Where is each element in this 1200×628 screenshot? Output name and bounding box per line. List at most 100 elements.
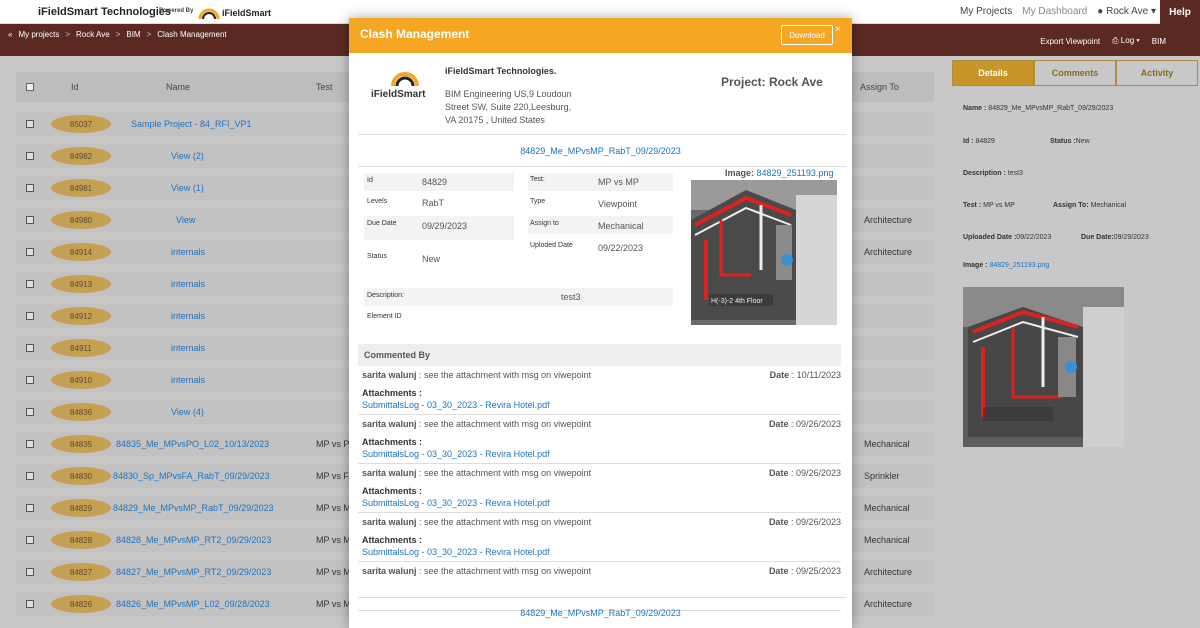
row-id-badge[interactable]: 84828 xyxy=(51,531,111,549)
row-id-badge[interactable]: 84836 xyxy=(51,403,111,421)
comment-item: sarita walunj : see the attachment with … xyxy=(358,464,841,513)
row-name-link[interactable]: 84829_Me_MPvsMP_RabT_09/29/2023 xyxy=(113,503,274,513)
field-levels-value: RabT xyxy=(422,198,445,208)
footer-clash-link[interactable]: 84829_Me_MPvsMP_RabT_09/29/2023 xyxy=(349,608,852,618)
row-name-link[interactable]: internals xyxy=(171,311,205,321)
detail-screenshot[interactable] xyxy=(963,287,1124,447)
row-checkbox[interactable] xyxy=(26,472,34,480)
company-name: iFieldSmart Technologies. xyxy=(445,66,557,76)
row-id-badge[interactable]: 85037 xyxy=(51,115,111,133)
tab-comments[interactable]: Comments xyxy=(1034,60,1116,86)
row-name-link[interactable]: 84828_Me_MPvsMP_RT2_09/29/2023 xyxy=(116,535,271,545)
close-icon[interactable]: × xyxy=(835,24,841,35)
image-link[interactable]: 84829_251193.png xyxy=(757,168,834,178)
back-icon[interactable]: « xyxy=(8,30,12,39)
row-name-link[interactable]: 84827_Me_MPvsMP_RT2_09/29/2023 xyxy=(116,567,271,577)
breadcrumb: « My projects > Rock Ave > BIM > Clash M… xyxy=(8,30,227,39)
row-name-link[interactable]: View (1) xyxy=(171,183,204,193)
crumb-project[interactable]: Rock Ave xyxy=(76,30,110,39)
log-button[interactable]: ⎙ Log ▾ xyxy=(1112,36,1140,46)
row-checkbox[interactable] xyxy=(26,344,34,352)
row-name-link[interactable]: View (2) xyxy=(171,151,204,161)
row-checkbox[interactable] xyxy=(26,600,34,608)
row-checkbox[interactable] xyxy=(26,408,34,416)
row-name-link[interactable]: internals xyxy=(171,279,205,289)
row-id-badge[interactable]: 84913 xyxy=(51,275,111,293)
user-menu[interactable]: ● Rock Ave ▾ xyxy=(1097,6,1156,17)
row-name-link[interactable]: View (4) xyxy=(171,407,204,417)
row-id-badge[interactable]: 84980 xyxy=(51,211,111,229)
row-id-badge[interactable]: 84911 xyxy=(51,339,111,357)
clash-name-link[interactable]: 84829_Me_MPvsMP_RabT_09/29/2023 xyxy=(349,146,852,156)
printer-icon: ⎙ xyxy=(1112,36,1119,45)
row-id-badge[interactable]: 84835 xyxy=(51,435,111,453)
row-checkbox[interactable] xyxy=(26,440,34,448)
detail-status: Status :New xyxy=(1050,138,1090,145)
comment-author: sarita walunj : see the attachment with … xyxy=(362,468,591,478)
comment-author: sarita walunj : see the attachment with … xyxy=(362,370,591,380)
row-checkbox[interactable] xyxy=(26,248,34,256)
clash-screenshot[interactable]: H(-3)-2 4th Floor xyxy=(691,180,837,325)
tab-activity[interactable]: Activity xyxy=(1116,60,1198,86)
row-checkbox[interactable] xyxy=(26,504,34,512)
row-id-badge[interactable]: 84910 xyxy=(51,371,111,389)
field-assign-label: Assign to xyxy=(530,220,559,227)
attachment-link[interactable]: SubmittalsLog - 03_30_2023 - Revira Hote… xyxy=(362,449,550,459)
header-id[interactable]: Id xyxy=(71,82,79,92)
export-viewpoint-button[interactable]: Export Viewpoint xyxy=(1040,37,1100,46)
row-checkbox[interactable] xyxy=(26,120,34,128)
row-id-badge[interactable]: 84826 xyxy=(51,595,111,613)
project-title: Project: Rock Ave xyxy=(721,75,823,89)
row-id-badge[interactable]: 84981 xyxy=(51,179,111,197)
help-button[interactable]: Help xyxy=(1160,0,1200,24)
footer-clash-text[interactable]: 84829_Me_MPvsMP_RabT_09/29/2023 xyxy=(520,608,681,618)
row-name-link[interactable]: 84826_Me_MPvsMP_L02_09/28/2023 xyxy=(116,599,270,609)
user-icon: ● xyxy=(1097,6,1104,17)
row-name-link[interactable]: internals xyxy=(171,247,205,257)
attachment-link[interactable]: SubmittalsLog - 03_30_2023 - Revira Hote… xyxy=(362,498,550,508)
header-assign[interactable]: Assign To xyxy=(860,82,899,92)
row-name-link[interactable]: 84830_Sp_MPvsFA_RabT_09/29/2023 xyxy=(113,471,270,481)
row-id-badge[interactable]: 84829 xyxy=(51,499,111,517)
detail-due-value: 09/29/2023 xyxy=(1113,234,1149,241)
row-id-badge[interactable]: 84830 xyxy=(51,467,111,485)
row-checkbox[interactable] xyxy=(26,184,34,192)
row-checkbox[interactable] xyxy=(26,376,34,384)
row-id-badge[interactable]: 84914 xyxy=(51,243,111,261)
row-checkbox[interactable] xyxy=(26,568,34,576)
row-checkbox[interactable] xyxy=(26,312,34,320)
nav-my-dashboard[interactable]: My Dashboard xyxy=(1022,6,1087,17)
svg-text:iFieldSmart: iFieldSmart xyxy=(222,8,271,18)
detail-image-link[interactable]: 84829_251193.png xyxy=(989,262,1049,269)
detail-id-value: 84829 xyxy=(975,138,995,145)
row-name-link[interactable]: View xyxy=(176,215,195,225)
attachment-link[interactable]: SubmittalsLog - 03_30_2023 - Revira Hote… xyxy=(362,400,550,410)
comment-message: : see the attachment with msg on viwepoi… xyxy=(416,566,592,576)
row-name-link[interactable]: internals xyxy=(171,343,205,353)
brand-name: iFieldSmart Technologies xyxy=(38,6,172,18)
clash-name-text[interactable]: 84829_Me_MPvsMP_RabT_09/29/2023 xyxy=(520,146,681,156)
row-id-badge[interactable]: 84827 xyxy=(51,563,111,581)
field-upload-label: Uploded Date xyxy=(530,242,573,249)
header-test[interactable]: Test xyxy=(316,82,333,92)
row-id-badge[interactable]: 84912 xyxy=(51,307,111,325)
bim-link[interactable]: BIM xyxy=(1152,37,1166,46)
nav-my-projects[interactable]: My Projects xyxy=(960,6,1012,17)
comment-date: Date : 09/26/2023 xyxy=(769,468,841,478)
row-name-link[interactable]: Sample Project - 84_RFI_VP1 xyxy=(131,119,252,129)
row-name-link[interactable]: 84835_Me_MPvsPO_L02_10/13/2023 xyxy=(116,439,269,449)
row-checkbox[interactable] xyxy=(26,536,34,544)
download-button[interactable]: Download xyxy=(781,25,833,45)
row-checkbox[interactable] xyxy=(26,216,34,224)
header-name[interactable]: Name xyxy=(166,82,190,92)
row-checkbox[interactable] xyxy=(26,152,34,160)
row-name-link[interactable]: internals xyxy=(171,375,205,385)
select-all-checkbox[interactable] xyxy=(26,83,34,91)
row-id-badge[interactable]: 84982 xyxy=(51,147,111,165)
row-checkbox[interactable] xyxy=(26,280,34,288)
comment-item: sarita walunj : see the attachment with … xyxy=(358,513,841,562)
attachment-link[interactable]: SubmittalsLog - 03_30_2023 - Revira Hote… xyxy=(362,547,550,557)
crumb-my-projects[interactable]: My projects xyxy=(18,30,59,39)
crumb-bim[interactable]: BIM xyxy=(126,30,140,39)
tab-details[interactable]: Details xyxy=(952,60,1034,86)
